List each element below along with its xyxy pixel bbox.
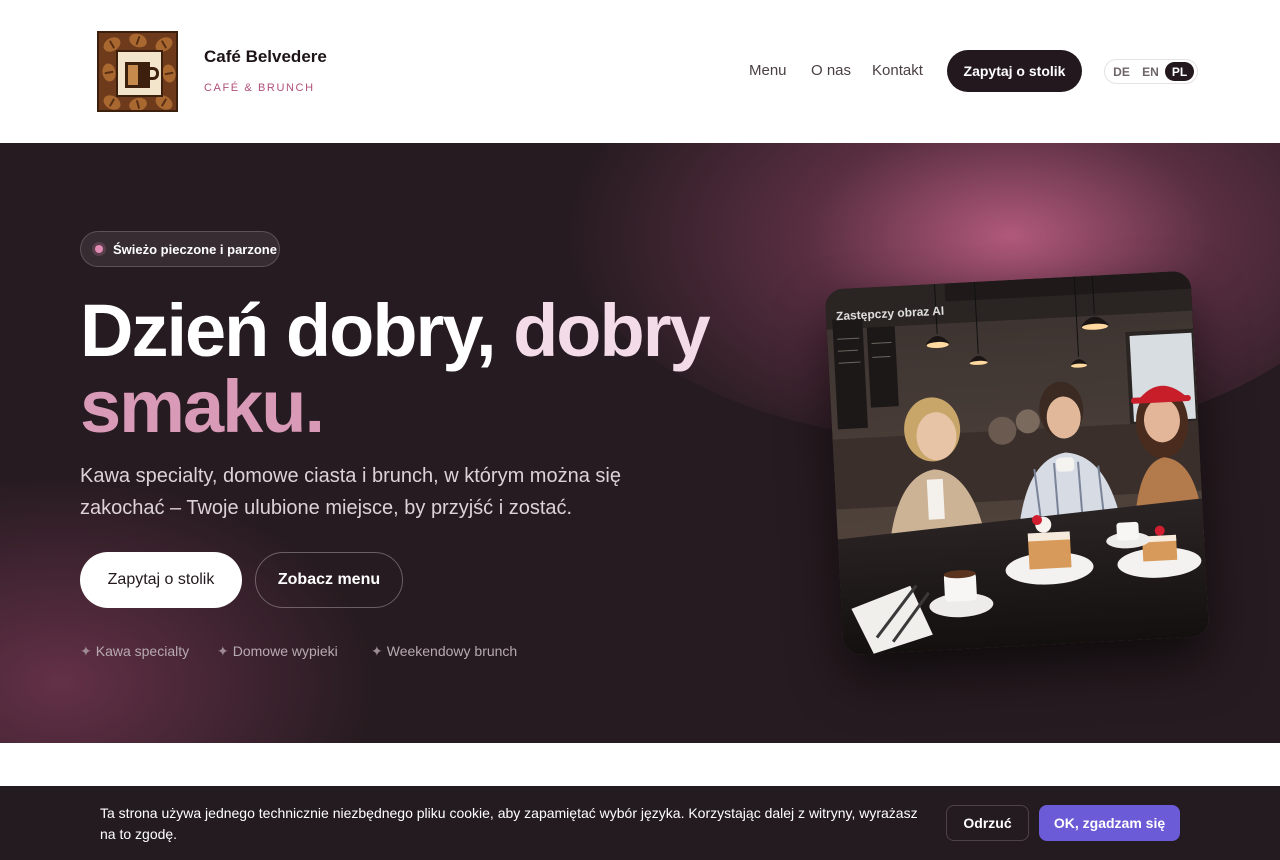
hero-title-part3: smaku. bbox=[80, 365, 325, 448]
cafe-logo[interactable] bbox=[97, 31, 178, 112]
header-reserve-button[interactable]: Zapytaj o stolik bbox=[947, 50, 1082, 92]
feature-label: Domowe wypieki bbox=[232, 643, 338, 659]
coffee-bean-icon bbox=[127, 95, 149, 110]
hero-badge-label: Świeżo pieczone i parzone bbox=[113, 241, 277, 257]
sparkle-icon: ✦ bbox=[371, 643, 383, 659]
nav-link-contact[interactable]: Kontakt bbox=[872, 62, 923, 79]
sparkle-icon: ✦ bbox=[217, 643, 229, 659]
sparkle-icon: ✦ bbox=[80, 643, 92, 659]
feature-item: ✦ Kawa specialty bbox=[80, 643, 189, 660]
cookie-reject-button[interactable]: Odrzuć bbox=[946, 805, 1029, 841]
lang-option-en[interactable]: EN bbox=[1136, 62, 1165, 81]
cookie-accept-button[interactable]: OK, zgadzam się bbox=[1039, 805, 1180, 841]
coffee-cup-icon bbox=[116, 50, 163, 97]
cafe-scene-illustration bbox=[824, 270, 1210, 656]
coffee-bean-icon bbox=[127, 33, 149, 50]
hero-badge: Świeżo pieczone i parzone bbox=[80, 231, 280, 267]
hero-title-part1: Dzień dobry, bbox=[80, 289, 514, 372]
see-menu-button[interactable]: Zobacz menu bbox=[255, 552, 403, 608]
lang-option-de[interactable]: DE bbox=[1107, 62, 1136, 81]
brand-name: Café Belvedere bbox=[204, 47, 327, 66]
site-header: Café Belvedere CAFÉ & BRUNCH Menu O nas … bbox=[0, 0, 1280, 143]
coffee-bean-icon bbox=[161, 63, 176, 84]
coffee-bean-icon bbox=[101, 62, 117, 83]
nav-link-about[interactable]: O nas bbox=[811, 62, 851, 79]
hero-lead: Kawa specialty, domowe ciasta i brunch, … bbox=[80, 465, 621, 519]
dot-icon bbox=[95, 245, 103, 253]
hero-title-part2: dobry bbox=[513, 289, 711, 372]
cookie-text: Ta strona używa jednego technicznie niez… bbox=[100, 805, 918, 842]
feature-label: Weekendowy brunch bbox=[386, 643, 518, 659]
lang-option-pl[interactable]: PL bbox=[1165, 62, 1194, 81]
brand-tagline: CAFÉ & BRUNCH bbox=[204, 82, 315, 94]
feature-item: ✦ Domowe wypieki bbox=[217, 643, 338, 660]
feature-item: ✦ Weekendowy brunch bbox=[371, 643, 517, 660]
language-switcher: DE EN PL bbox=[1104, 59, 1198, 84]
hero-title: Dzień dobry, dobry smaku. bbox=[80, 293, 800, 445]
hero-image: Zastępczy obraz AI bbox=[824, 270, 1210, 656]
nav-link-menu[interactable]: Menu bbox=[749, 62, 787, 79]
reserve-table-button[interactable]: Zapytaj o stolik bbox=[80, 552, 242, 608]
feature-label: Kawa specialty bbox=[95, 643, 190, 659]
